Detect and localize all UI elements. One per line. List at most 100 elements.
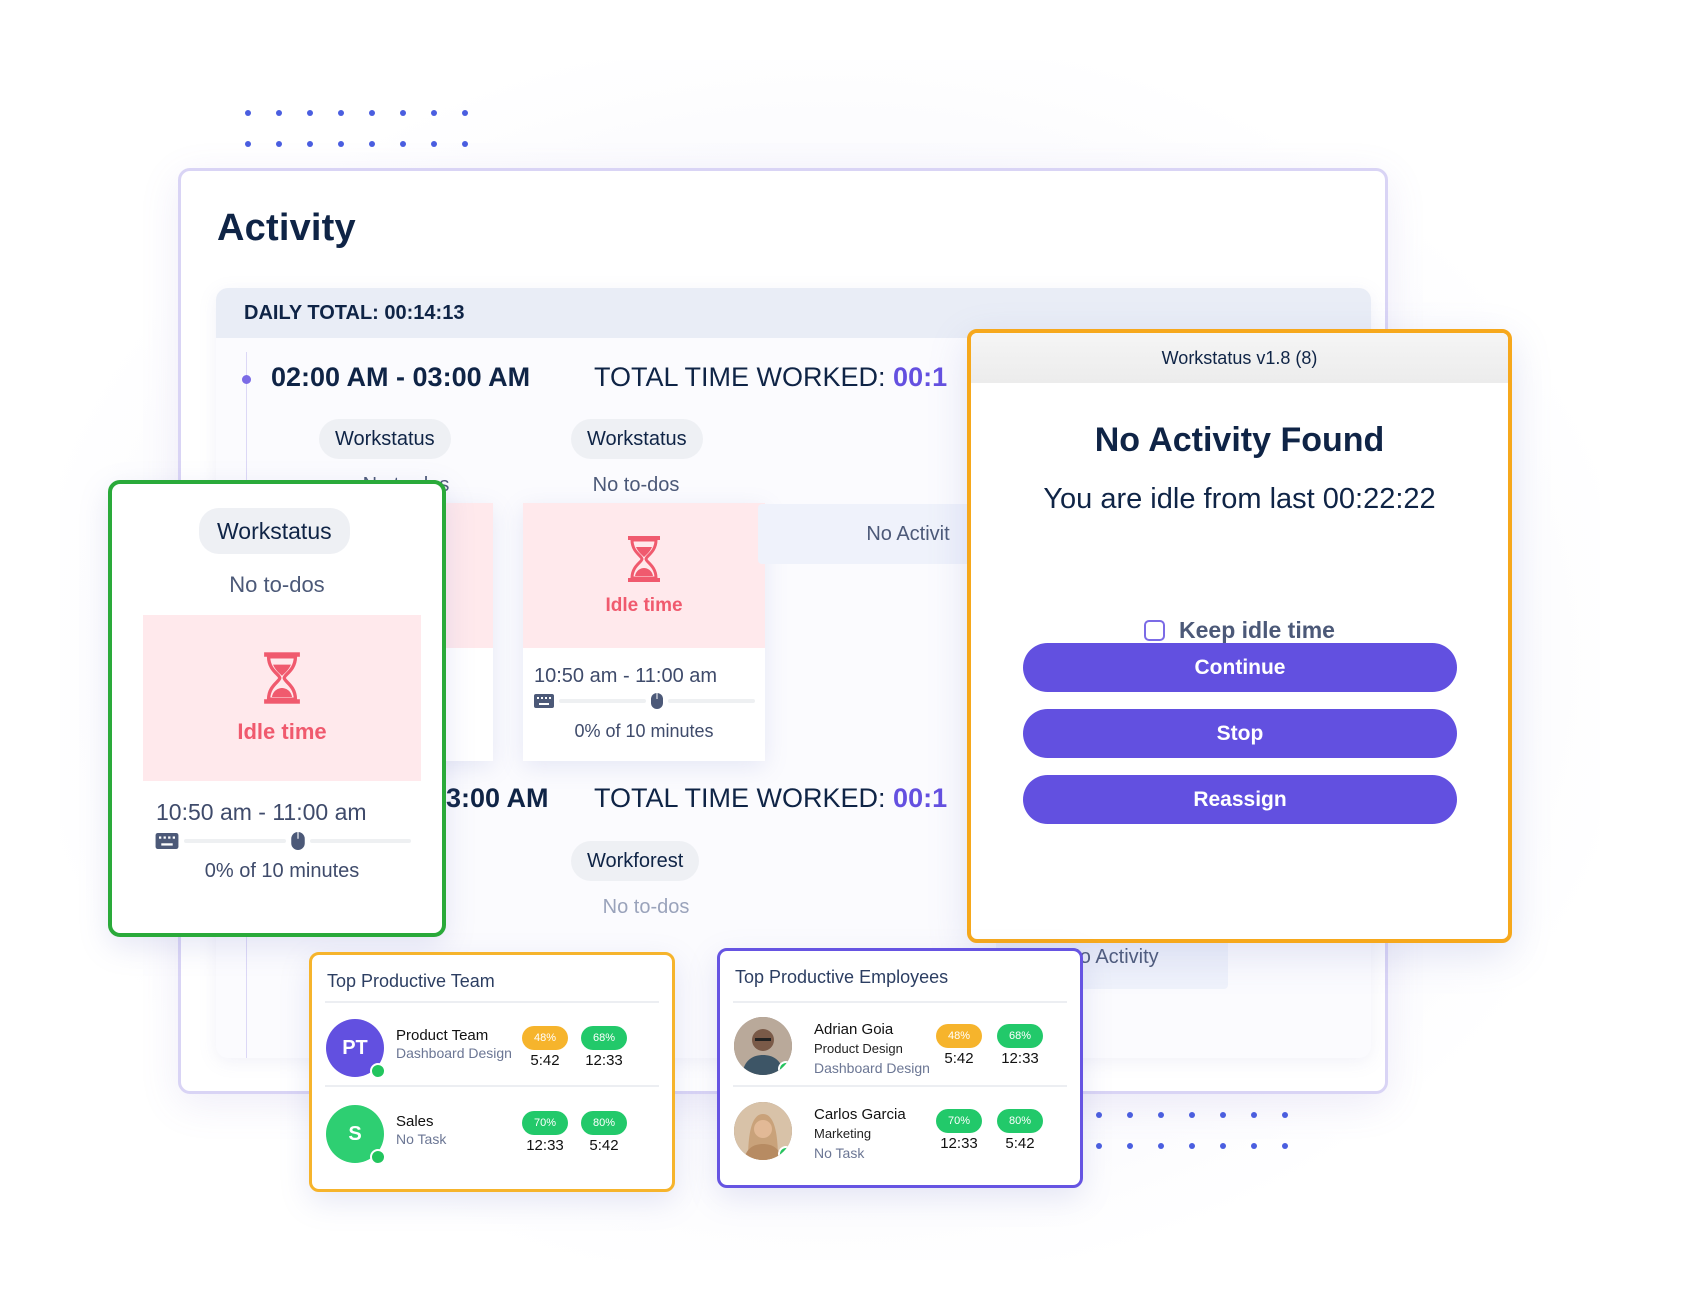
- team-name: Sales: [396, 1113, 434, 1130]
- employee-name: Adrian Goia: [814, 1021, 894, 1038]
- idle-box: Idle time: [143, 615, 421, 781]
- hour-range: 3:00 AM: [446, 783, 549, 813]
- decorative-dots-top: [245, 110, 493, 172]
- metric: 68% 12:33: [997, 1024, 1043, 1067]
- keep-idle-time-option[interactable]: Keep idle time: [971, 617, 1508, 644]
- percent-badge: 48%: [936, 1024, 982, 1048]
- divider: [325, 1001, 659, 1003]
- highlighted-slot-card[interactable]: Workstatus No to-dos Idle time 10:50 am …: [108, 480, 446, 937]
- reassign-button[interactable]: Reassign: [1023, 775, 1457, 824]
- metric: 80% 5:42: [997, 1109, 1043, 1152]
- metric: 48% 5:42: [522, 1026, 568, 1069]
- total-value: 00:1: [893, 783, 948, 813]
- hourglass-icon: [264, 652, 300, 704]
- hour-total-worked: TOTAL TIME WORKED: 00:1: [594, 362, 947, 393]
- team-task: Dashboard Design: [396, 1045, 512, 1061]
- metric-time: 5:42: [1005, 1135, 1035, 1152]
- keyboard-icon: [155, 833, 179, 849]
- online-status-dot: [370, 1063, 386, 1079]
- keep-idle-time-checkbox[interactable]: [1144, 620, 1166, 641]
- total-label: TOTAL TIME WORKED:: [594, 362, 886, 392]
- percent-badge: 48%: [522, 1026, 568, 1050]
- employee-department: Product Design: [814, 1041, 903, 1056]
- stop-button[interactable]: Stop: [1023, 709, 1457, 758]
- hourglass-icon: [628, 535, 660, 582]
- slot-time: 10:50 am - 11:00 am: [156, 799, 367, 825]
- metric: 70% 12:33: [522, 1111, 568, 1154]
- divider: [733, 1085, 1067, 1087]
- idle-status: Idle time: [237, 719, 327, 744]
- percent-badge: 68%: [581, 1026, 627, 1050]
- metric-time: 5:42: [589, 1137, 619, 1154]
- app-pill: Workstatus: [571, 419, 703, 459]
- top-productive-team-card: Top Productive Team PT Product Team Dash…: [309, 952, 675, 1192]
- app-pill: Workstatus: [199, 508, 350, 554]
- percent-badge: 70%: [522, 1111, 568, 1135]
- activity-bars: [534, 693, 755, 709]
- employee-name: Carlos Garcia: [814, 1106, 906, 1123]
- mouse-activity-bar: [668, 699, 755, 703]
- no-activity-label: No Activit: [866, 522, 950, 545]
- employee-task: No Task: [814, 1145, 865, 1161]
- team-avatar: S: [326, 1105, 386, 1165]
- todos-label: No to-dos: [602, 896, 690, 918]
- metric: 68% 12:33: [581, 1026, 627, 1069]
- metric: 70% 12:33: [936, 1109, 982, 1152]
- keyboard-activity-bar: [559, 699, 646, 703]
- team-avatar: PT: [326, 1019, 386, 1079]
- slot-activity-percent: 0% of 10 minutes: [574, 721, 714, 741]
- employee-avatar: [734, 1102, 792, 1160]
- slot-time: 10:50 am - 11:00 am: [534, 665, 718, 687]
- metric-time: 12:33: [940, 1135, 978, 1152]
- percent-badge: 80%: [997, 1109, 1043, 1133]
- hour-range: 02:00 AM - 03:00 AM: [271, 362, 531, 392]
- top-productive-employees-card: Top Productive Employees Adrian Goia Pro…: [717, 948, 1083, 1188]
- online-status-dot: [370, 1149, 386, 1165]
- slot-detail: Idle time 10:50 am - 11:00 am 0% of 10 m…: [143, 615, 421, 913]
- mouse-activity-bar: [309, 839, 411, 843]
- avatar-initials: PT: [342, 1036, 368, 1059]
- continue-button[interactable]: Continue: [1023, 643, 1457, 692]
- app-pill: Workstatus: [319, 419, 451, 459]
- online-status-dot: [778, 1061, 792, 1075]
- metric-time: 12:33: [526, 1137, 564, 1154]
- percent-badge: 80%: [581, 1111, 627, 1135]
- app-pill: Workforest: [571, 841, 700, 881]
- team-task: No Task: [396, 1131, 447, 1147]
- idle-status: Idle time: [605, 594, 683, 616]
- employee-avatar: [734, 1017, 792, 1075]
- metric-time: 12:33: [585, 1052, 623, 1069]
- total-label: TOTAL TIME WORKED:: [594, 783, 886, 813]
- mouse-icon: [651, 693, 663, 709]
- metric: 80% 5:42: [581, 1111, 627, 1154]
- percent-badge: 70%: [936, 1109, 982, 1133]
- keyboard-activity-bar: [184, 839, 286, 843]
- page-title: Activity: [217, 207, 356, 249]
- hour-total-worked: TOTAL TIME WORKED: 00:1: [594, 783, 947, 814]
- divider: [325, 1085, 659, 1087]
- keep-idle-time-label: Keep idle time: [1179, 617, 1335, 643]
- metric: 48% 5:42: [936, 1024, 982, 1067]
- online-status-dot: [778, 1146, 792, 1160]
- dialog-titlebar: Workstatus v1.8 (8): [971, 333, 1508, 383]
- card-title: Top Productive Employees: [735, 967, 949, 987]
- percent-badge: 68%: [997, 1024, 1043, 1048]
- timeline-dot: [242, 375, 251, 384]
- card-title: Top Productive Team: [327, 971, 495, 991]
- keyboard-icon: [534, 694, 554, 708]
- divider: [733, 1001, 1067, 1003]
- activity-slot-card[interactable]: Idle time 10:50 am - 11:00 am 0% of 10 m…: [523, 503, 765, 761]
- idle-box: Idle time: [523, 503, 765, 648]
- mouse-icon: [290, 832, 305, 850]
- metric-time: 5:42: [530, 1052, 560, 1069]
- activity-bars: [155, 832, 411, 850]
- idle-duration-message: You are idle from last 00:22:22: [1043, 483, 1436, 515]
- slot-activity-percent: 0% of 10 minutes: [204, 860, 360, 882]
- dialog-window-title: Workstatus v1.8 (8): [1161, 347, 1318, 368]
- metric-time: 12:33: [1001, 1050, 1039, 1067]
- avatar-initials: S: [348, 1122, 362, 1145]
- team-name: Product Team: [396, 1027, 489, 1044]
- dialog-heading: No Activity Found: [1094, 421, 1385, 459]
- metric-time: 5:42: [944, 1050, 974, 1067]
- total-value: 00:1: [893, 362, 948, 392]
